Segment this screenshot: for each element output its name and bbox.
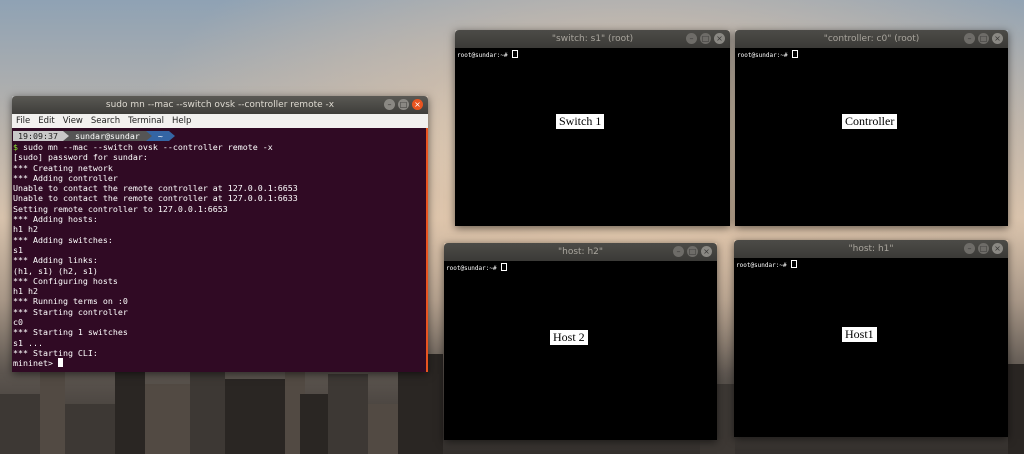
powerline-prompt: 19:09:37 sundar@sundar ~ xyxy=(13,131,428,141)
switch-xterm-titlebar[interactable]: "switch: s1" (root) – □ × xyxy=(455,30,730,48)
close-button[interactable]: × xyxy=(992,33,1003,44)
window-title: "controller: c0" (root) xyxy=(823,34,920,44)
menu-file[interactable]: File xyxy=(16,114,30,128)
output-line: h1 h2 xyxy=(13,224,38,235)
minimize-button[interactable]: – xyxy=(964,33,975,44)
menu-help[interactable]: Help xyxy=(172,114,191,128)
close-button[interactable]: × xyxy=(992,243,1003,254)
terminal-output[interactable]: 19:09:37 sundar@sundar ~ $ sudo mn --mac… xyxy=(12,128,428,372)
menu-edit[interactable]: Edit xyxy=(38,114,54,128)
menu-search[interactable]: Search xyxy=(91,114,120,128)
prompt-text: root@sundar:~# xyxy=(457,52,512,59)
main-terminal-window[interactable]: sudo mn --mac --switch ovsk --controller… xyxy=(12,96,428,372)
text-cursor xyxy=(792,50,799,58)
output-line: *** Starting controller xyxy=(13,306,128,317)
window-title: sudo mn --mac --switch ovsk --controller… xyxy=(105,100,335,110)
annotation-label: Host 2 xyxy=(550,330,588,345)
text-cursor xyxy=(791,260,798,268)
window-title: "host: h1" xyxy=(848,244,894,254)
output-line: s1 ... xyxy=(13,337,43,348)
text-cursor xyxy=(57,358,63,368)
annotation-label: Switch 1 xyxy=(556,114,605,129)
output-line: *** Configuring hosts xyxy=(13,275,118,286)
mininet-prompt: mininet> xyxy=(13,358,58,369)
shell-prompt: root@sundar:~# xyxy=(446,263,508,272)
shell-prompt: root@sundar:~# xyxy=(736,260,798,269)
host-h1-xterm-titlebar[interactable]: "host: h1" – □ × xyxy=(734,240,1008,258)
output-line: *** Adding switches: xyxy=(13,234,113,245)
annotation-label: Host1 xyxy=(842,327,877,342)
prompt-time: 19:09:37 xyxy=(13,131,63,141)
text-cursor xyxy=(512,50,519,58)
shell-prompt: root@sundar:~# xyxy=(737,50,799,59)
output-line: (h1, s1) (h2, s1) xyxy=(13,265,98,276)
minimize-button[interactable]: – xyxy=(673,246,684,257)
output-line: Unable to contact the remote controller … xyxy=(13,183,298,194)
main-terminal-titlebar[interactable]: sudo mn --mac --switch ovsk --controller… xyxy=(12,96,428,114)
host-h2-xterm-titlebar[interactable]: "host: h2" – □ × xyxy=(444,243,717,261)
controller-xterm-window[interactable]: "controller: c0" (root) – □ × root@sunda… xyxy=(735,30,1008,226)
output-line: *** Starting CLI: xyxy=(13,347,98,358)
menu-view[interactable]: View xyxy=(63,114,83,128)
minimize-button[interactable]: – xyxy=(384,99,395,110)
output-line: *** Starting 1 switches xyxy=(13,327,128,338)
output-line: [sudo] password for sundar: xyxy=(13,152,148,163)
host-h1-xterm-window[interactable]: "host: h1" – □ × root@sundar:~# Host1 xyxy=(734,240,1008,437)
output-line: Setting remote controller to 127.0.0.1:6… xyxy=(13,203,228,214)
maximize-button[interactable]: □ xyxy=(398,99,409,110)
mininet-prompt-line: mininet> xyxy=(13,358,428,368)
host-h2-xterm-window[interactable]: "host: h2" – □ × root@sundar:~# Host 2 xyxy=(444,243,717,440)
text-cursor xyxy=(501,263,508,271)
window-title: "switch: s1" (root) xyxy=(551,34,634,44)
annotation-label: Controller xyxy=(842,114,898,129)
close-button[interactable]: × xyxy=(714,33,725,44)
minimize-button[interactable]: – xyxy=(964,243,975,254)
close-button[interactable]: × xyxy=(412,99,423,110)
maximize-button[interactable]: □ xyxy=(700,33,711,44)
prompt-separator xyxy=(168,131,175,141)
xterm-output[interactable]: root@sundar:~# Controller xyxy=(735,48,1008,226)
command-text: sudo mn --mac --switch ovsk --controller… xyxy=(18,142,273,152)
shell-prompt: root@sundar:~# xyxy=(457,50,519,59)
output-line: *** Adding links: xyxy=(13,255,98,266)
xterm-output[interactable]: root@sundar:~# Host1 xyxy=(734,258,1008,437)
output-line: c0 xyxy=(13,317,23,328)
output-line: *** Creating network xyxy=(13,162,113,173)
output-line: *** Adding hosts: xyxy=(13,214,98,225)
output-line: Unable to contact the remote controller … xyxy=(13,193,298,204)
output-line: h1 h2 xyxy=(13,286,38,297)
output-line: s1 xyxy=(13,244,23,255)
menu-terminal[interactable]: Terminal xyxy=(128,114,164,128)
menu-bar: File Edit View Search Terminal Help xyxy=(12,114,428,129)
switch-xterm-window[interactable]: "switch: s1" (root) – □ × root@sundar:~#… xyxy=(455,30,730,226)
xterm-output[interactable]: root@sundar:~# Host 2 xyxy=(444,261,717,440)
prompt-dir: ~ xyxy=(151,131,169,141)
window-title: "host: h2" xyxy=(557,247,604,257)
scrollbar-edge[interactable] xyxy=(426,128,428,372)
prompt-user: sundar@sundar xyxy=(68,131,146,141)
output-line: *** Adding controller xyxy=(13,172,118,183)
command-line: $ sudo mn --mac --switch ovsk --controll… xyxy=(13,142,428,152)
output-line: *** Running terms on :0 xyxy=(13,296,128,307)
prompt-text: root@sundar:~# xyxy=(737,52,792,59)
prompt-text: root@sundar:~# xyxy=(736,262,791,269)
maximize-button[interactable]: □ xyxy=(978,33,989,44)
controller-xterm-titlebar[interactable]: "controller: c0" (root) – □ × xyxy=(735,30,1008,48)
minimize-button[interactable]: – xyxy=(686,33,697,44)
maximize-button[interactable]: □ xyxy=(978,243,989,254)
prompt-text: root@sundar:~# xyxy=(446,265,501,272)
xterm-output[interactable]: root@sundar:~# Switch 1 xyxy=(455,48,730,226)
maximize-button[interactable]: □ xyxy=(687,246,698,257)
close-button[interactable]: × xyxy=(701,246,712,257)
